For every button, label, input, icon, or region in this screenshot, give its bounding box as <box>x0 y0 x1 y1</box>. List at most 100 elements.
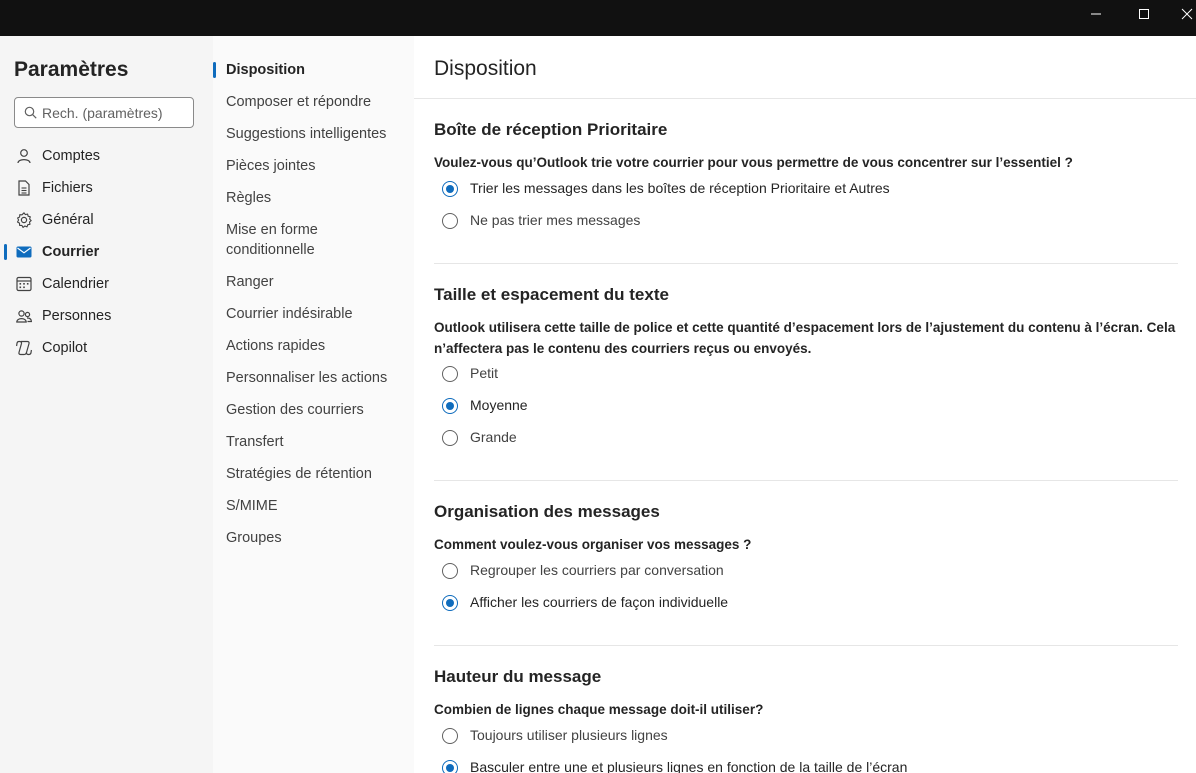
nav-item-calendrier[interactable]: Calendrier <box>0 268 213 300</box>
radio-label: Afficher les courriers de façon individu… <box>470 594 729 610</box>
search-input[interactable] <box>42 98 190 127</box>
subnav-label: Pièces jointes <box>226 158 316 174</box>
active-indicator <box>4 244 7 260</box>
subnav-label: S/MIME <box>226 498 278 514</box>
close-icon <box>1181 8 1193 20</box>
subnav-item-transfert[interactable]: Transfert <box>213 432 414 452</box>
nav-label: Calendrier <box>42 276 109 292</box>
radio-label: Grande <box>470 429 517 445</box>
radio-option[interactable]: Trier les messages dans les boîtes de ré… <box>440 177 1140 201</box>
title-bar <box>0 0 1196 36</box>
section-question: Comment voulez-vous organiser vos messag… <box>434 537 752 552</box>
nav-item-fichiers[interactable]: Fichiers <box>0 172 213 204</box>
subnav-item-smime[interactable]: S/MIME <box>213 496 414 516</box>
calendar-icon <box>15 275 33 293</box>
minimize-icon <box>1091 13 1101 15</box>
subnav-label: Suggestions intelligentes <box>226 126 387 142</box>
radio-label: Basculer entre une et plusieurs lignes e… <box>470 759 908 773</box>
radio-option[interactable]: Petit <box>440 362 1140 386</box>
radio-label: Moyenne <box>470 397 528 413</box>
document-icon <box>15 179 33 197</box>
radio-button[interactable] <box>442 563 458 579</box>
subnav-item-actions-rapides[interactable]: Actions rapides <box>213 336 414 356</box>
page-title: Disposition <box>434 57 537 80</box>
subnav-label: Actions rapides <box>226 338 326 354</box>
divider <box>434 480 1178 481</box>
maximize-button[interactable] <box>1121 0 1167 28</box>
radio-button-checked[interactable] <box>442 181 458 197</box>
section-title: Boîte de réception Prioritaire <box>434 120 668 139</box>
section-question: Outlook utilisera cette taille de police… <box>434 320 1176 356</box>
radio-option[interactable]: Grande <box>440 426 1140 450</box>
radio-button[interactable] <box>442 213 458 229</box>
radio-option[interactable]: Regrouper les courriers par conversation <box>440 559 1140 583</box>
subnav-item-disposition[interactable]: Disposition <box>213 60 414 80</box>
settings-title: Paramètres <box>14 58 129 81</box>
active-indicator <box>213 62 216 78</box>
subnav-label: Mise en forme conditionnelle <box>226 222 318 258</box>
radio-label: Toujours utiliser plusieurs lignes <box>470 727 668 743</box>
section-title: Organisation des messages <box>434 502 660 521</box>
radio-button-checked[interactable] <box>442 595 458 611</box>
subnav-label: Disposition <box>226 62 305 78</box>
search-icon <box>24 106 37 119</box>
subnav-label: Transfert <box>226 434 284 450</box>
close-button[interactable] <box>1168 0 1196 28</box>
nav-item-copilot[interactable]: Copilot <box>0 332 213 364</box>
radio-button[interactable] <box>442 366 458 382</box>
radio-label: Regrouper les courriers par conversation <box>470 562 724 578</box>
radio-option[interactable]: Toujours utiliser plusieurs lignes <box>440 724 1140 748</box>
subnav-item-ranger[interactable]: Ranger <box>213 272 414 292</box>
subnav-item-personnaliser-actions[interactable]: Personnaliser les actions <box>213 368 414 388</box>
copilot-icon <box>15 339 33 357</box>
minimize-button[interactable] <box>1073 0 1119 28</box>
radio-button[interactable] <box>442 430 458 446</box>
mail-settings-subnav: Disposition Composer et répondre Suggest… <box>213 36 414 773</box>
section-title: Hauteur du message <box>434 667 602 686</box>
section-question: Combien de lignes chaque message doit-il… <box>434 702 764 717</box>
subnav-item-gestion-courriers[interactable]: Gestion des courriers <box>213 400 414 420</box>
subnav-label: Gestion des courriers <box>226 402 364 418</box>
subnav-label: Stratégies de rétention <box>226 466 372 482</box>
subnav-label: Composer et répondre <box>226 94 372 110</box>
radio-label: Trier les messages dans les boîtes de ré… <box>470 180 890 196</box>
radio-option[interactable]: Moyenne <box>440 394 1140 418</box>
subnav-item-mise-en-forme[interactable]: Mise en forme conditionnelle <box>213 220 414 260</box>
radio-option[interactable]: Basculer entre une et plusieurs lignes e… <box>440 756 1140 773</box>
subnav-item-pieces-jointes[interactable]: Pièces jointes <box>213 156 414 176</box>
subnav-label: Règles <box>226 190 272 206</box>
radio-option[interactable]: Afficher les courriers de façon individu… <box>440 591 1140 615</box>
divider <box>434 645 1178 646</box>
nav-label: Courrier <box>42 244 100 260</box>
subnav-label: Ranger <box>226 274 274 290</box>
subnav-label: Groupes <box>226 530 282 546</box>
maximize-icon <box>1139 9 1149 19</box>
radio-option[interactable]: Ne pas trier mes messages <box>440 209 1140 233</box>
nav-label: Copilot <box>42 340 88 356</box>
nav-label: Personnes <box>42 308 112 324</box>
search-box[interactable] <box>14 97 194 128</box>
nav-item-personnes[interactable]: Personnes <box>0 300 213 332</box>
section-title: Taille et espacement du texte <box>434 285 669 304</box>
radio-button[interactable] <box>442 728 458 744</box>
subnav-item-groupes[interactable]: Groupes <box>213 528 414 548</box>
subnav-item-suggestions[interactable]: Suggestions intelligentes <box>213 124 414 144</box>
mail-icon <box>15 243 33 261</box>
nav-label: Fichiers <box>42 180 93 196</box>
subnav-item-composer[interactable]: Composer et répondre <box>213 92 414 112</box>
subnav-item-courrier-indesirable[interactable]: Courrier indésirable <box>213 304 414 324</box>
nav-item-courrier[interactable]: Courrier <box>0 236 213 268</box>
nav-item-comptes[interactable]: Comptes <box>0 140 213 172</box>
radio-button-checked[interactable] <box>442 398 458 414</box>
radio-button-checked[interactable] <box>442 760 458 773</box>
settings-sidebar: Paramètres Comptes Fichiers Général Cour… <box>0 36 213 773</box>
person-icon <box>15 147 33 165</box>
radio-label: Petit <box>470 365 499 381</box>
settings-content: Disposition Boîte de réception Prioritai… <box>414 36 1196 773</box>
gear-icon <box>15 211 33 229</box>
nav-item-general[interactable]: Général <box>0 204 213 236</box>
divider <box>434 263 1178 264</box>
subnav-item-strategies-retention[interactable]: Stratégies de rétention <box>213 464 414 484</box>
subnav-item-regles[interactable]: Règles <box>213 188 414 208</box>
subnav-label: Courrier indésirable <box>226 306 353 322</box>
